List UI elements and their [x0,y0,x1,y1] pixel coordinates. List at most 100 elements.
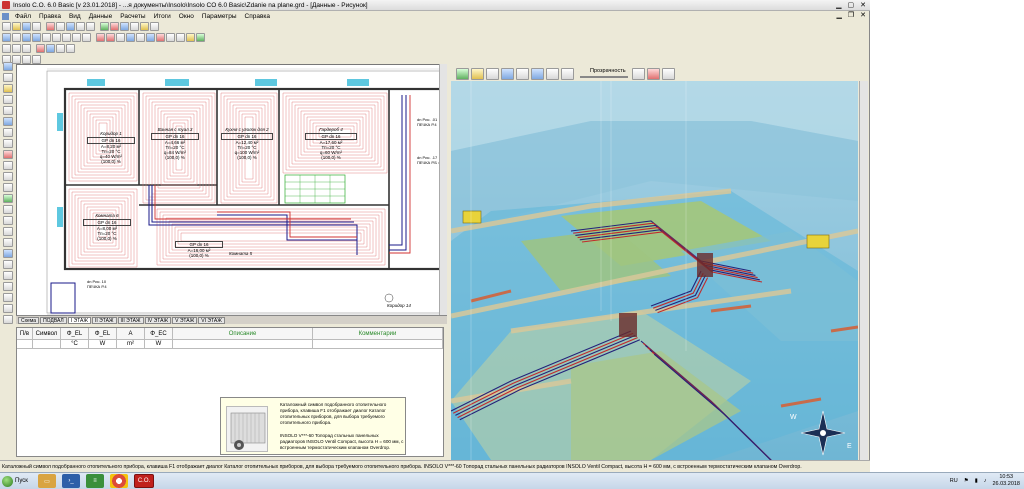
new-file-icon[interactable] [2,22,11,31]
pipe-icon[interactable] [130,22,139,31]
menu-edit[interactable]: Правка [35,13,65,20]
notepad-icon[interactable]: ≡ [86,474,104,488]
side-tool-20-icon[interactable] [3,271,13,280]
view3d-floors-icon[interactable] [531,67,544,80]
move-icon[interactable] [2,44,11,53]
volume-icon[interactable]: ♪ [984,478,987,484]
view3d-light-icon[interactable] [471,67,484,80]
side-tool-11-icon[interactable] [3,172,13,181]
manifold-icon[interactable] [146,33,155,42]
layer-icon[interactable] [186,33,195,42]
riser-icon[interactable] [136,33,145,42]
tab-floor-6[interactable]: VI ЭТАЖ [198,316,225,324]
report-icon[interactable] [140,22,149,31]
powershell-icon[interactable]: ›_ [62,474,80,488]
view3d-reset-icon[interactable] [456,67,469,80]
menu-window[interactable]: Окно [175,13,198,20]
fitting-icon[interactable] [56,44,65,53]
menu-help[interactable]: Справка [241,13,275,20]
explorer-icon[interactable]: ▭ [38,474,56,488]
col-comments[interactable]: Комментарии [313,328,443,339]
pointer-icon[interactable] [12,33,21,42]
view3d-radiators-icon[interactable] [561,67,574,80]
side-tool-23-icon[interactable] [3,304,13,313]
col-area[interactable]: A [117,328,145,339]
pan-icon[interactable] [62,33,71,42]
menu-data[interactable]: Данные [85,13,116,20]
close-icon[interactable]: ✕ [860,1,866,9]
grid-icon[interactable] [82,33,91,42]
zoom-all-icon[interactable] [52,33,61,42]
col-phi-el-power[interactable]: Φ_EL [89,328,117,339]
flag-icon[interactable]: ⚑ [964,478,969,484]
select-icon[interactable] [2,33,11,42]
window-elem-icon[interactable] [106,33,115,42]
side-tool-22-icon[interactable] [3,293,13,302]
chrome-icon[interactable] [110,474,128,488]
side-tool-7-icon[interactable] [3,128,13,137]
col-description[interactable]: Описание [173,328,313,339]
maximize-icon[interactable]: ▢ [848,1,855,9]
side-tool-18-icon[interactable] [3,249,13,258]
supply-pipe-icon[interactable] [36,44,45,53]
mdi-close-icon[interactable]: ✕ [860,11,866,19]
side-tool-9-icon[interactable] [3,150,13,159]
side-tool-16-icon[interactable] [3,227,13,236]
menu-calc[interactable]: Расчеты [116,13,149,20]
calc-icon[interactable] [100,22,109,31]
open-icon[interactable] [12,22,21,31]
tab-floor-2[interactable]: II ЭТАЖ [91,316,117,324]
tab-basement[interactable]: ПОДВАЛ [40,316,67,324]
view3d-scrollbar[interactable] [859,81,868,460]
view3d-pipes-icon[interactable] [546,67,559,80]
col-phi-el-temp[interactable]: Φ_EL [61,328,89,339]
clock[interactable]: 10:53 26.03.2018 [992,474,1020,488]
text-icon[interactable] [166,33,175,42]
transparency-slider[interactable] [580,75,628,78]
side-tool-15-icon[interactable] [3,216,13,225]
view3d-icon[interactable] [196,33,205,42]
menu-totals[interactable]: Итоги [150,13,175,20]
redo-icon[interactable] [56,22,65,31]
side-tool-6-icon[interactable] [3,117,13,126]
side-tool-12-icon[interactable] [3,183,13,192]
col-phi-ec[interactable]: Φ_EC [145,328,173,339]
radiator-icon[interactable] [110,22,119,31]
wall-icon[interactable] [96,33,105,42]
tab-floor-5[interactable]: V ЭТАЖ [172,316,198,324]
save-icon[interactable] [22,22,31,31]
view3d-walls-icon[interactable] [516,67,529,80]
minimize-icon[interactable]: ▁ [836,1,841,9]
copy-icon[interactable] [76,22,85,31]
paste-icon[interactable] [86,22,95,31]
dimension-icon[interactable] [176,33,185,42]
menu-options[interactable]: Параметры [198,13,241,20]
side-tool-5-icon[interactable] [3,106,13,115]
room-icon[interactable] [126,33,135,42]
view3d-orbit-icon[interactable] [486,67,499,80]
view3d-settings-icon[interactable] [632,67,645,80]
hatch-icon[interactable] [32,55,41,64]
undo-icon[interactable] [46,22,55,31]
zoom-out-icon[interactable] [32,33,41,42]
zoom-window-icon[interactable] [42,33,51,42]
print-icon[interactable] [32,22,41,31]
start-button[interactable]: Пуск [0,474,32,489]
view3d-expand-icon[interactable] [662,67,675,80]
valve-icon[interactable] [66,44,75,53]
mdi-minimize-icon[interactable]: ▁ [836,11,841,19]
view3d-hide-icon[interactable] [647,67,660,80]
refresh-icon[interactable] [72,33,81,42]
menu-view[interactable]: Вид [65,13,85,20]
side-tool-24-icon[interactable] [3,315,13,324]
floor-heating-icon[interactable] [120,22,129,31]
side-tool-19-icon[interactable] [3,260,13,269]
menu-file[interactable]: Файл [11,13,35,20]
transparency-control[interactable]: Прозрачность [580,68,630,80]
side-tool-8-icon[interactable] [3,139,13,148]
help-icon[interactable] [150,22,159,31]
tab-scheme[interactable]: Схема [18,316,40,324]
floor-plan-view[interactable]: Коридор 1 GP dn 16 A=8,20 м² Tп=20 °C q=… [16,64,447,322]
cut-icon[interactable] [66,22,75,31]
rotate-icon[interactable] [12,44,21,53]
